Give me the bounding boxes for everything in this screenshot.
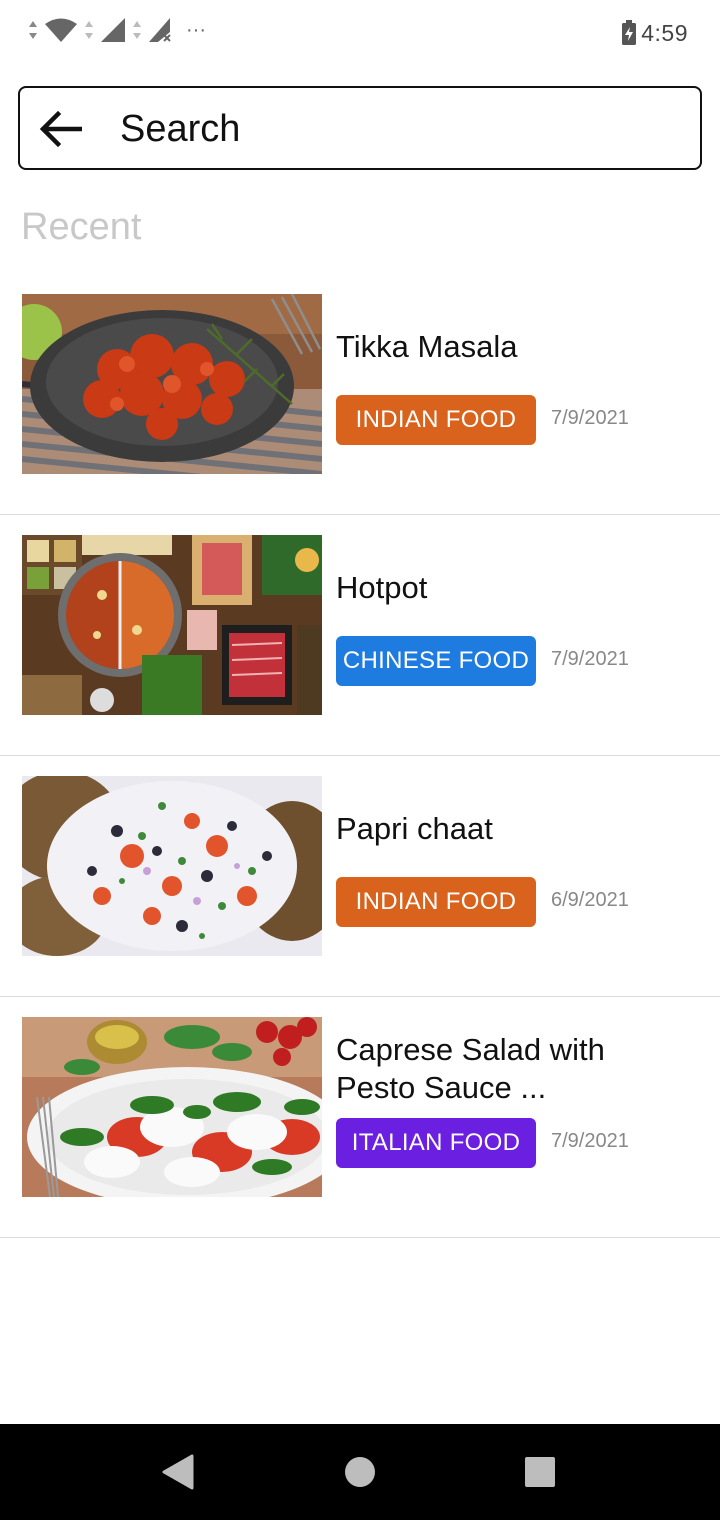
recents-square-icon	[525, 1457, 555, 1487]
item-date: 6/9/2021	[551, 889, 629, 911]
back-button[interactable]	[36, 106, 84, 152]
hotpot-photo	[22, 535, 322, 715]
screen: ··· 4:59 Recent	[0, 0, 720, 1520]
caprese-salad-image	[22, 1017, 322, 1197]
papri-chaat-photo	[22, 776, 322, 956]
status-icons-right: 4:59	[621, 16, 688, 50]
tikka-masala-photo	[22, 294, 322, 474]
category-tag: ITALIAN FOOD	[336, 1118, 536, 1168]
arrow-left-icon	[39, 110, 82, 148]
item-title: Papri chaat	[336, 811, 493, 846]
data-arrows-icon	[85, 21, 93, 39]
home-circle-icon	[345, 1457, 375, 1487]
hotpot-image	[22, 535, 322, 715]
item-title: Caprese Salad with Pesto Sauce ...	[336, 1032, 605, 1105]
system-nav-bar	[0, 1424, 720, 1520]
data-arrows-icon	[29, 21, 37, 39]
signal-no-service-icon	[149, 18, 171, 42]
papri-chaat-image	[22, 776, 322, 956]
wifi-icon	[45, 18, 77, 42]
category-tag: CHINESE FOOD	[336, 636, 536, 686]
status-bar: ··· 4:59	[0, 0, 720, 64]
status-time: 4:59	[641, 19, 688, 46]
list-item[interactable]: Papri chaat INDIAN FOOD 6/9/2021	[0, 756, 720, 997]
item-title: Tikka Masala	[336, 329, 518, 364]
category-tag: INDIAN FOOD	[336, 877, 536, 927]
category-tag: INDIAN FOOD	[336, 395, 536, 445]
signal-icon	[101, 18, 125, 42]
tikka-masala-image	[22, 294, 322, 474]
nav-recents-button[interactable]	[518, 1450, 562, 1494]
battery-charging-icon	[622, 20, 637, 45]
list-item[interactable]: Caprese Salad with Pesto Sauce ... ITALI…	[0, 997, 720, 1238]
list-item[interactable]: Hotpot CHINESE FOOD 7/9/2021	[0, 515, 720, 756]
search-bar	[18, 86, 702, 170]
recent-list: Tikka Masala INDIAN FOOD 7/9/2021 Hotpot…	[0, 274, 720, 1238]
recent-heading: Recent	[21, 206, 142, 248]
status-icons-left: ···	[26, 14, 206, 46]
nav-home-button[interactable]	[338, 1450, 382, 1494]
back-triangle-icon	[162, 1454, 194, 1490]
nav-back-button[interactable]	[156, 1450, 200, 1494]
search-input[interactable]	[120, 98, 680, 160]
item-date: 7/9/2021	[551, 407, 629, 429]
item-date: 7/9/2021	[551, 648, 629, 670]
caprese-salad-photo	[22, 1017, 322, 1197]
status-more-indicator: ···	[186, 19, 206, 41]
data-arrows-icon	[133, 21, 141, 39]
list-item[interactable]: Tikka Masala INDIAN FOOD 7/9/2021	[0, 274, 720, 515]
item-title: Hotpot	[336, 570, 428, 605]
item-date: 7/9/2021	[551, 1130, 629, 1152]
